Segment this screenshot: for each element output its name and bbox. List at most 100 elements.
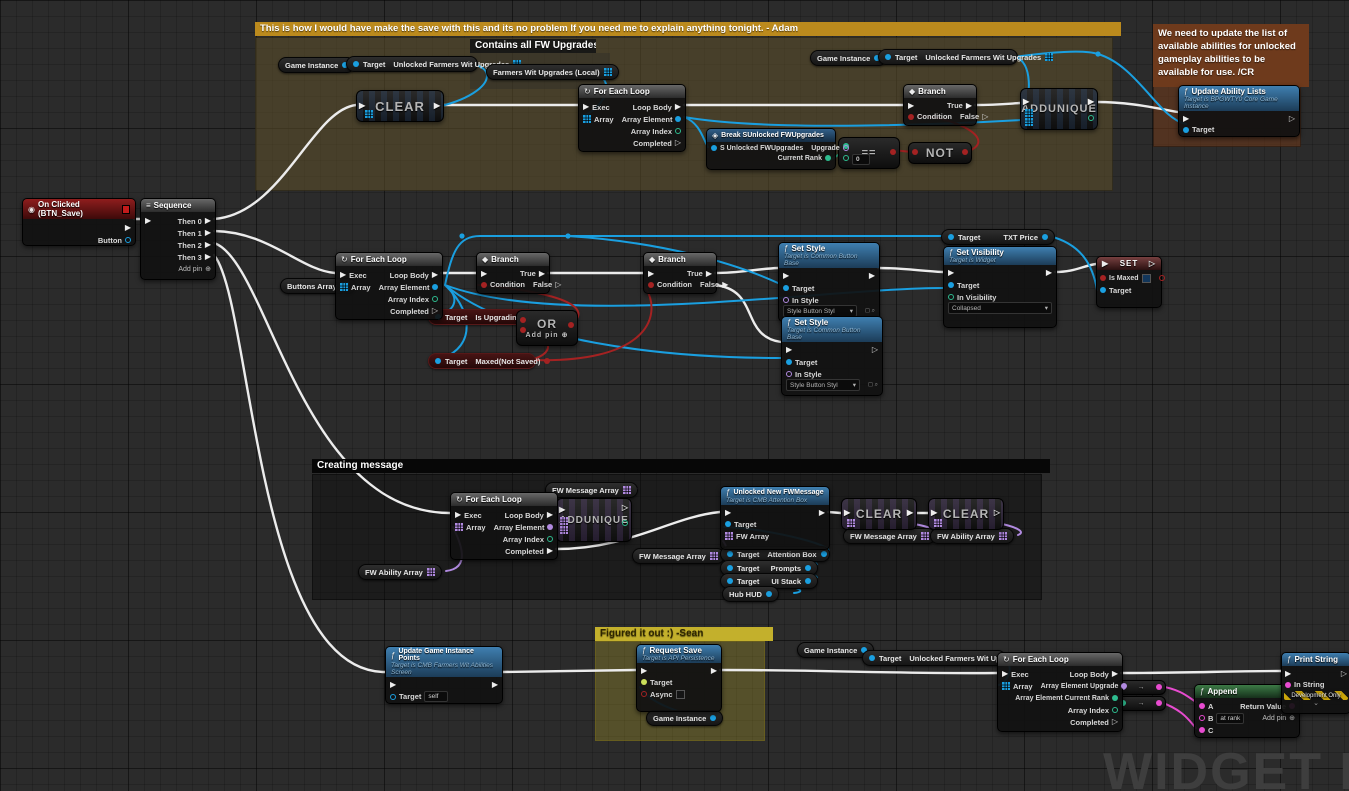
false-pin[interactable]: ▷ (982, 113, 988, 121)
array-pin[interactable] (921, 532, 929, 540)
b-pin[interactable] (843, 155, 849, 161)
set-style-node-2[interactable]: ƒSet StyleTarget is Common Button Base ▶… (781, 316, 883, 396)
blueprint-graph-canvas[interactable]: { "canvas": { "watermark": "WIDGET BP" }… (0, 0, 1349, 791)
clear-node-3[interactable]: ▶ CLEAR ▷ (928, 498, 1004, 530)
condition-pin[interactable] (481, 282, 487, 288)
target-pin[interactable] (885, 54, 891, 60)
exec-in-pin[interactable]: ▶ (359, 102, 366, 110)
out-pin[interactable] (568, 322, 574, 328)
exec-in-pin[interactable]: ▶ (948, 269, 954, 277)
exec-in-pin[interactable]: ▶ (1102, 260, 1109, 268)
array-pin[interactable] (847, 519, 855, 527)
button-out-pin[interactable] (125, 237, 131, 243)
b-value-field[interactable]: at rank (1216, 713, 1244, 724)
array-index-pin[interactable] (1112, 707, 1118, 713)
set-is-maxed-node[interactable]: ▶SET▷ Is Maxed Target (1096, 256, 1162, 308)
exec-in-pin[interactable]: ▶ (648, 270, 654, 278)
target-pin[interactable] (786, 359, 792, 365)
getter-farmers-local[interactable]: Farmers Wit Upgrades (Local) (486, 64, 619, 80)
out-pin[interactable] (1156, 684, 1162, 690)
then2-pin[interactable]: ▶ (205, 241, 211, 249)
exec-out-pin[interactable]: ▷ (1341, 670, 1347, 678)
array-element-pin[interactable] (432, 284, 438, 290)
delegate-icon[interactable] (122, 205, 130, 214)
getter-fw-ability-array-2[interactable]: FW Ability Array (930, 528, 1014, 544)
index-out-pin[interactable] (622, 520, 628, 526)
true-pin[interactable]: ▶ (539, 270, 545, 278)
target-pin[interactable] (727, 578, 733, 584)
array-pin[interactable] (1045, 53, 1053, 61)
is-maxed-checkbox[interactable] (1142, 274, 1151, 283)
element-upgrade-pin[interactable] (1121, 683, 1127, 689)
condition-pin[interactable] (648, 282, 654, 288)
array-index-pin[interactable] (675, 128, 681, 134)
array-pin[interactable] (604, 68, 612, 76)
b-pin[interactable] (1199, 715, 1205, 721)
object-pin[interactable] (805, 565, 811, 571)
completed-pin[interactable]: ▷ (1112, 718, 1118, 726)
exec-in-pin[interactable]: ▶ (145, 217, 151, 225)
array-target-pin[interactable] (560, 517, 568, 525)
getter-hub-hud[interactable]: Hub HUD (722, 586, 779, 602)
getter-game-instance-1[interactable]: Game Instance (278, 57, 355, 73)
exec-in-pin[interactable]: ▶ (583, 103, 589, 111)
array-index-pin[interactable] (432, 296, 438, 302)
a-pin[interactable] (1199, 703, 1205, 709)
exec-out-pin[interactable]: ▷ (994, 509, 1001, 517)
exec-in-pin[interactable]: ▶ (1002, 670, 1008, 678)
index-out-pin[interactable] (1088, 115, 1094, 121)
false-pin[interactable]: ▶ (722, 281, 728, 289)
then3-pin[interactable]: ▶ (205, 253, 211, 261)
getter-game-instance-2[interactable]: Game Instance (810, 50, 887, 66)
addunique-node-2[interactable]: ▶ ADDUNIQUE ▷ (556, 498, 632, 542)
comment-creating[interactable]: Creating message (312, 459, 1050, 473)
not-node[interactable]: NOT (908, 142, 972, 164)
array-target-pin[interactable] (1025, 109, 1033, 117)
update-ability-lists-node[interactable]: ƒUpdate Ability ListsTarget is BPGWTY0 C… (1178, 85, 1300, 137)
new-item-pin[interactable] (560, 526, 568, 534)
current-rank-out-pin[interactable] (825, 155, 831, 161)
exec-out-pin[interactable]: ▷ (872, 346, 878, 354)
exec-in-pin[interactable]: ▶ (481, 270, 487, 278)
target-pin[interactable] (869, 655, 875, 661)
array-pin[interactable] (623, 486, 631, 494)
target-pin[interactable] (783, 285, 789, 291)
exec-in-pin[interactable]: ▶ (725, 509, 731, 517)
getter-unlocked-upgrades-3[interactable]: TargetUnlocked Farmers Wit Upgrades (862, 650, 1006, 666)
exec-out-pin[interactable]: ▶ (819, 509, 825, 517)
branch-node-2[interactable]: ◆Branch ▶True▶ ConditionFalse▷ (476, 252, 550, 294)
for-each-loop-node-4[interactable]: ↻For Each Loop ▶ExecLoop Body▶ ArrayArra… (997, 652, 1123, 732)
getter-fw-message-array-1[interactable]: FW Message Array (545, 482, 638, 498)
array-pin[interactable] (710, 552, 718, 560)
completed-pin[interactable]: ▷ (432, 307, 438, 315)
in-pin[interactable] (912, 149, 918, 155)
false-pin[interactable]: ▷ (555, 281, 561, 289)
array-pin[interactable] (365, 110, 373, 118)
visibility-select[interactable]: Collapsed▾ (948, 302, 1052, 314)
then1-pin[interactable]: ▶ (205, 229, 211, 237)
exec-out-pin[interactable]: ▶ (1046, 269, 1052, 277)
sequence-node[interactable]: ≡Sequence ▶Then 0▶ Then 1▶ Then 2▶ Then … (140, 198, 216, 280)
async-checkbox[interactable] (676, 690, 685, 699)
target-pin[interactable] (725, 521, 731, 527)
comment-sean[interactable]: Figured it out :) -Sean (595, 627, 773, 641)
print-string-node[interactable]: ƒPrint String ▶▷ In String Development O… (1281, 652, 1349, 714)
object-pin[interactable] (1042, 234, 1048, 240)
break-struct-node[interactable]: ◈Break SUnlocked FWUpgrades S Unlocked F… (706, 128, 836, 170)
target-pin[interactable] (727, 551, 733, 557)
to-string-node-2[interactable]: → (1116, 696, 1166, 711)
loop-body-pin[interactable]: ▶ (432, 271, 438, 279)
exec-out-pin[interactable]: ▶ (492, 681, 498, 689)
getter-fw-ability-array-1[interactable]: FW Ability Array (358, 564, 442, 580)
exec-in-pin[interactable]: ▶ (1183, 115, 1189, 123)
result-pin[interactable] (890, 149, 896, 155)
exec-out-pin[interactable]: ▷ (1149, 260, 1156, 268)
object-pin[interactable] (766, 591, 772, 597)
array-index-pin[interactable] (547, 536, 553, 542)
style-asset-select[interactable]: Style Button Styl▾ (786, 379, 860, 391)
loop-body-pin[interactable]: ▶ (1112, 670, 1118, 678)
target-pin[interactable] (435, 358, 441, 364)
upgrade-out-pin[interactable] (843, 145, 849, 151)
exec-in-pin[interactable]: ▶ (455, 511, 461, 519)
array-pin[interactable] (340, 283, 348, 291)
